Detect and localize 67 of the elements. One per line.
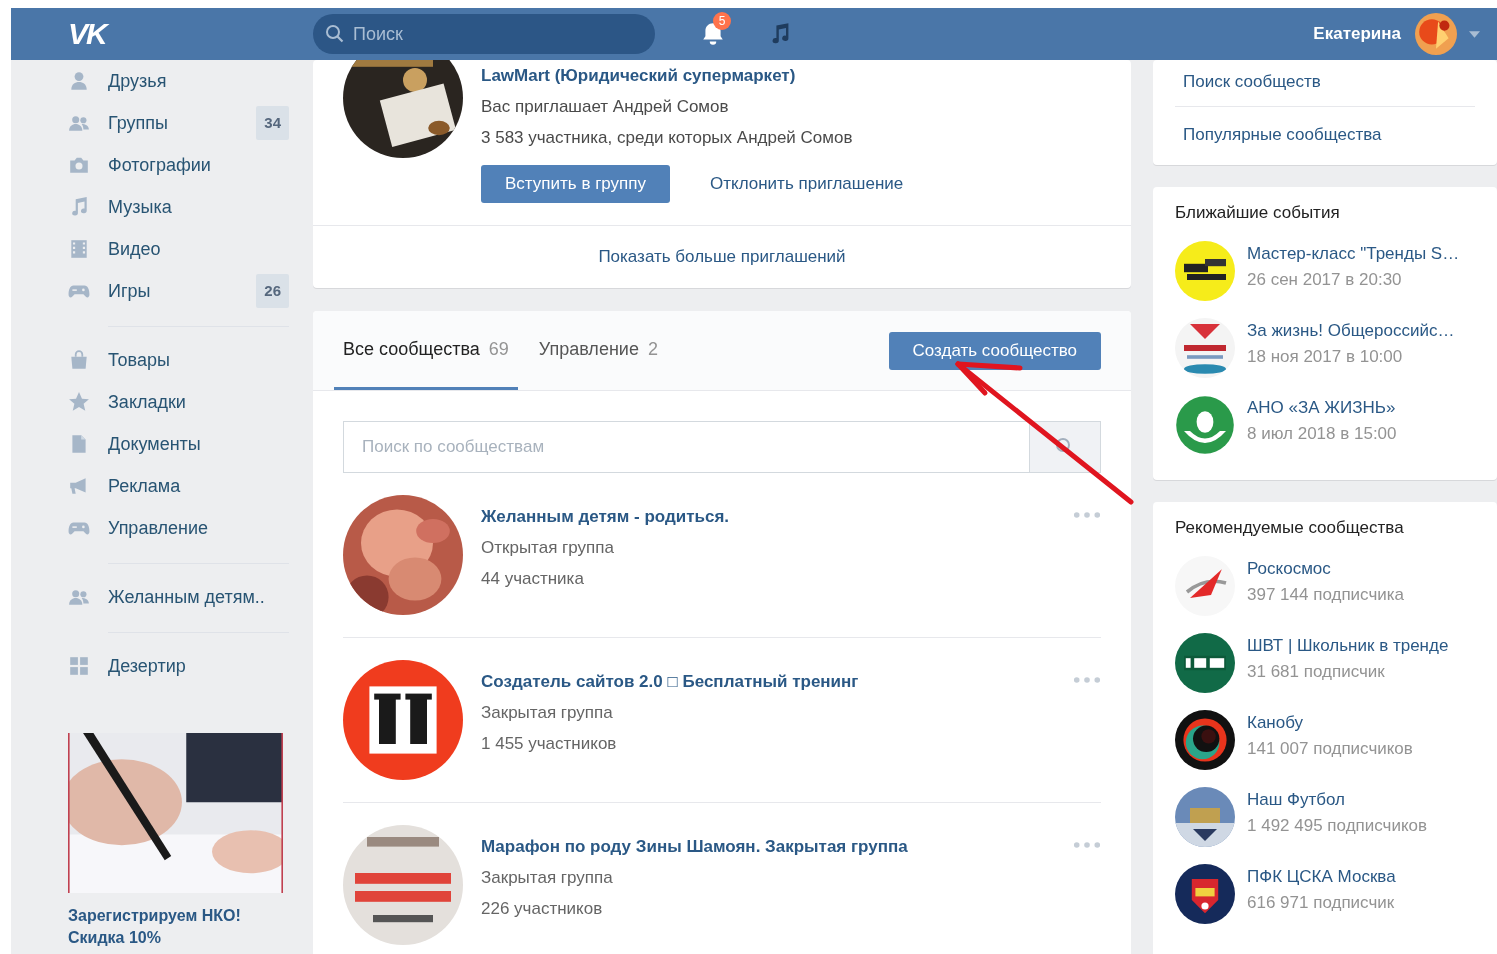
sidebar-item[interactable]: Группы 34 bbox=[68, 102, 289, 144]
community-title[interactable]: Желанным детям - родиться. bbox=[481, 501, 730, 532]
bag-icon bbox=[68, 349, 90, 371]
grid-icon bbox=[68, 655, 90, 677]
count-badge: 26 bbox=[256, 274, 289, 308]
section-title: Ближайшие события bbox=[1175, 203, 1341, 223]
sidebar-item[interactable]: Видео bbox=[68, 228, 289, 270]
subscribers-count: 141 007 подписчиков bbox=[1247, 738, 1413, 760]
user-name[interactable]: Екатерина bbox=[1313, 24, 1401, 44]
person-icon bbox=[68, 70, 90, 92]
sidebar-item[interactable]: Реклама bbox=[68, 465, 289, 507]
create-community-button[interactable]: Создать сообщество bbox=[888, 331, 1101, 370]
sidebar-item[interactable]: Закладки bbox=[68, 381, 289, 423]
decline-link[interactable]: Отклонить приглашение bbox=[710, 174, 904, 194]
sidebar-item[interactable]: Товары bbox=[68, 339, 289, 381]
film-icon bbox=[68, 238, 90, 260]
count-badge: 34 bbox=[256, 106, 289, 140]
section-title: Рекомендуемые сообщества bbox=[1175, 518, 1405, 538]
sidebar-item[interactable]: Фотографии bbox=[68, 144, 289, 186]
search-field[interactable]: Поиск bbox=[313, 14, 655, 54]
event-title[interactable]: АНО «ЗА ЖИЗНЬ» bbox=[1247, 397, 1396, 419]
community-search-field[interactable]: Поиск по сообществам bbox=[343, 421, 1029, 473]
members-text: 1 455 участников bbox=[481, 733, 617, 755]
event-date: 18 ноя 2017 в 10:00 bbox=[1247, 346, 1403, 368]
group-title[interactable]: LawMart (Юридический супермаркет) bbox=[481, 60, 796, 91]
caret-icon[interactable] bbox=[1469, 30, 1480, 38]
event-date: 8 июл 2018 в 15:00 bbox=[1247, 423, 1397, 445]
event-date: 26 сен 2017 в 20:30 bbox=[1247, 269, 1402, 291]
subscribers-count: 1 492 495 подписчиков bbox=[1247, 815, 1428, 837]
tab[interactable]: Все сообщества 69 bbox=[334, 311, 518, 390]
community-name[interactable]: ПФК ЦСКА Москва bbox=[1247, 866, 1396, 888]
community-name[interactable]: Канобу bbox=[1247, 712, 1304, 734]
event-title[interactable]: Мастер-класс "Тренды S… bbox=[1247, 243, 1460, 265]
sidebar-item[interactable]: Желанным детям.. bbox=[68, 576, 289, 618]
show-more-link[interactable]: Показать больше приглашений bbox=[598, 247, 846, 267]
sidebar-item[interactable]: Управление bbox=[68, 507, 289, 549]
group-type: Закрытая группа bbox=[481, 702, 613, 724]
join-button[interactable]: Вступить в группу bbox=[481, 165, 670, 203]
menu-link[interactable]: Поиск сообществ bbox=[1175, 66, 1475, 98]
community-name[interactable]: ШВТ | Школьник в тренде bbox=[1247, 635, 1449, 657]
members-text: 3 583 участника, среди которых Андрей Сомов bbox=[481, 127, 853, 149]
more-icon[interactable] bbox=[1073, 511, 1101, 519]
menu-link[interactable]: Популярные сообщества bbox=[1175, 119, 1475, 151]
subscribers-count: 31 681 подписчик bbox=[1247, 661, 1385, 683]
subscribers-count: 397 144 подписчика bbox=[1247, 584, 1404, 606]
event-title[interactable]: За жизнь! Общероссийс… bbox=[1247, 320, 1455, 342]
subscribers-count: 616 971 подписчик bbox=[1247, 892, 1395, 914]
ad-text[interactable]: Зарегистрируем НКО! Скидка 10% bbox=[68, 905, 268, 949]
sidebar-item[interactable]: Дезертир bbox=[68, 645, 289, 687]
sidebar-item[interactable]: Друзья bbox=[68, 60, 289, 102]
notification-badge: 5 bbox=[713, 12, 731, 30]
community-name[interactable]: Наш Футбол bbox=[1247, 789, 1346, 811]
members-text: 44 участника bbox=[481, 568, 584, 590]
star-icon bbox=[68, 391, 90, 413]
members-text: 226 участников bbox=[481, 898, 603, 920]
community-name[interactable]: Роскосмос bbox=[1247, 558, 1331, 580]
group-type: Открытая группа bbox=[481, 537, 614, 559]
tab[interactable]: Управление 2 bbox=[529, 311, 667, 390]
community-title[interactable]: Создатель сайтов 2.0 □ Бесплатный тренинг bbox=[481, 666, 859, 697]
sidebar-item[interactable]: Документы bbox=[68, 423, 289, 465]
more-icon[interactable] bbox=[1073, 676, 1101, 684]
group-type: Закрытая группа bbox=[481, 867, 613, 889]
inviter-text: Вас приглашает Андрей Сомов bbox=[481, 96, 729, 118]
community-title[interactable]: Марафон по роду Зины Шамоян. Закрытая группа bbox=[481, 831, 908, 862]
sidebar-item[interactable]: Музыка bbox=[68, 186, 289, 228]
sidebar-item[interactable]: Игры 26 bbox=[68, 270, 289, 312]
more-icon[interactable] bbox=[1073, 841, 1101, 849]
